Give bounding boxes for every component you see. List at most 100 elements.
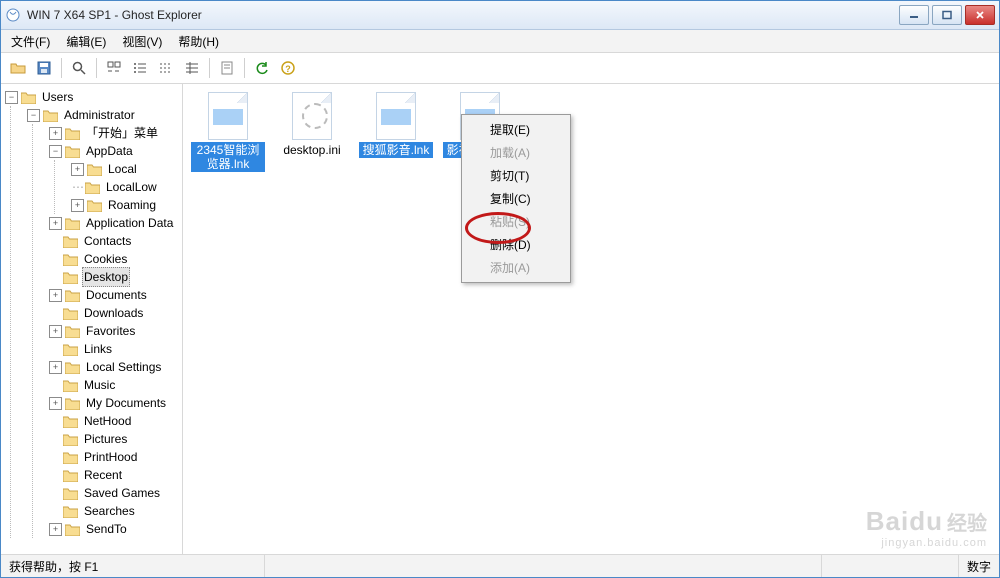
window-controls [899, 5, 995, 25]
menu-edit[interactable]: 编辑(E) [58, 30, 114, 53]
tree-node-links[interactable]: Links [49, 340, 182, 358]
tree-node-music[interactable]: Music [49, 376, 182, 394]
expand-icon[interactable]: + [49, 217, 62, 230]
open-folder-icon[interactable] [5, 55, 31, 81]
tree-node-roaming[interactable]: +Roaming [71, 196, 182, 214]
tree-node-local[interactable]: +Local [71, 160, 182, 178]
tree-node-desktop[interactable]: Desktop [49, 268, 182, 286]
folder-icon [43, 109, 58, 122]
folder-icon [65, 127, 80, 140]
tree-node-contacts[interactable]: Contacts [49, 232, 182, 250]
search-icon[interactable] [66, 55, 92, 81]
expand-icon[interactable]: + [71, 199, 84, 212]
folder-icon [63, 307, 78, 320]
context-menu[interactable]: 提取(E) 加载(A) 剪切(T) 复制(C) 粘贴(S) 删除(D) 添加(A… [461, 114, 571, 283]
refresh-icon[interactable] [249, 55, 275, 81]
tree-label: 「开始」菜单 [84, 124, 160, 142]
folder-icon [63, 415, 78, 428]
tree-connector: ⋯ [71, 178, 85, 196]
file-name: 搜狐影音.lnk [359, 142, 433, 158]
context-menu-delete[interactable]: 删除(D) [464, 233, 568, 256]
status-numlock: 数字 [959, 555, 999, 577]
folder-icon [65, 325, 80, 338]
expand-icon[interactable]: + [49, 127, 62, 140]
tree-label: Saved Games [82, 484, 162, 502]
tree-node-sendto[interactable]: +SendTo [49, 520, 182, 538]
folder-icon [85, 181, 100, 194]
collapse-icon[interactable]: − [49, 145, 62, 158]
tree-node-application-data[interactable]: +Application Data [49, 214, 182, 232]
folder-icon [63, 433, 78, 446]
tree-node-downloads[interactable]: Downloads [49, 304, 182, 322]
menu-file[interactable]: 文件(F) [3, 30, 58, 53]
tree-node-locallow[interactable]: ⋯LocalLow [71, 178, 182, 196]
file-item-2345-browser[interactable]: 2345智能浏览器.lnk [191, 92, 265, 172]
file-icon [288, 92, 336, 140]
folder-tree[interactable]: − Users − Administrator [5, 88, 182, 538]
tree-node-my-documents[interactable]: + My Documents [49, 394, 182, 412]
file-name: desktop.ini [275, 142, 349, 158]
content-pane[interactable]: 2345智能浏览器.lnk desktop.ini 搜狐影音.lnk 影视大全.… [183, 84, 999, 554]
tree-label: Downloads [82, 304, 145, 322]
help-icon[interactable]: ? [275, 55, 301, 81]
file-item-desktop-ini[interactable]: desktop.ini [275, 92, 349, 158]
tree-node-appdata[interactable]: − AppData [49, 142, 182, 160]
expand-icon[interactable]: + [49, 289, 62, 302]
tree-node-saved-games[interactable]: Saved Games [49, 484, 182, 502]
tree-node-users[interactable]: − Users [5, 88, 182, 106]
folder-icon [63, 271, 78, 284]
expand-icon[interactable]: + [49, 397, 62, 410]
tree-label: My Documents [84, 394, 168, 412]
tree-label: Administrator [62, 106, 137, 124]
toolbar-separator [61, 58, 62, 78]
folder-icon [65, 523, 80, 536]
expand-icon[interactable]: + [71, 163, 84, 176]
tree-node-printhood[interactable]: PrintHood [49, 448, 182, 466]
expand-icon[interactable]: + [49, 523, 62, 536]
tree-node-local-settings[interactable]: +Local Settings [49, 358, 182, 376]
tree-node-nethood[interactable]: NetHood [49, 412, 182, 430]
close-button[interactable] [965, 5, 995, 25]
maximize-button[interactable] [932, 5, 962, 25]
tree-node-pictures[interactable]: Pictures [49, 430, 182, 448]
window-title: WIN 7 X64 SP1 - Ghost Explorer [27, 8, 899, 22]
context-menu-copy[interactable]: 复制(C) [464, 187, 568, 210]
tree-label: AppData [84, 142, 135, 160]
expand-icon[interactable]: + [49, 325, 62, 338]
title-bar[interactable]: WIN 7 X64 SP1 - Ghost Explorer [1, 1, 999, 30]
menu-view[interactable]: 视图(V) [114, 30, 170, 53]
view-large-icon[interactable] [101, 55, 127, 81]
tree-node-administrator[interactable]: − Administrator [27, 106, 182, 124]
tree-label: Desktop [82, 267, 130, 287]
status-spacer [265, 555, 822, 577]
toolbar-separator [96, 58, 97, 78]
tree-node-documents[interactable]: +Documents [49, 286, 182, 304]
tree-node-favorites[interactable]: + Favorites [49, 322, 182, 340]
file-item-sohu[interactable]: 搜狐影音.lnk [359, 92, 433, 158]
view-small-icon[interactable] [127, 55, 153, 81]
view-list-icon[interactable] [153, 55, 179, 81]
tree-label: Music [82, 376, 117, 394]
tree-pane[interactable]: − Users − Administrator [1, 84, 183, 554]
tree-node-cookies[interactable]: Cookies [49, 250, 182, 268]
collapse-icon[interactable]: − [27, 109, 40, 122]
menu-bar: 文件(F) 编辑(E) 视图(V) 帮助(H) [1, 30, 999, 53]
folder-icon [63, 505, 78, 518]
tree-label: Links [82, 340, 114, 358]
app-window: WIN 7 X64 SP1 - Ghost Explorer 文件(F) 编辑(… [0, 0, 1000, 578]
expand-icon[interactable]: + [49, 361, 62, 374]
menu-help[interactable]: 帮助(H) [170, 30, 227, 53]
tree-node-recent[interactable]: Recent [49, 466, 182, 484]
tree-label: Favorites [84, 322, 137, 340]
properties-icon[interactable] [214, 55, 240, 81]
context-menu-extract[interactable]: 提取(E) [464, 118, 568, 141]
view-details-icon[interactable] [179, 55, 205, 81]
save-icon[interactable] [31, 55, 57, 81]
context-menu-cut[interactable]: 剪切(T) [464, 164, 568, 187]
minimize-button[interactable] [899, 5, 929, 25]
file-icon [372, 92, 420, 140]
tree-node-start-menu[interactable]: + 「开始」菜单 [49, 124, 182, 142]
tree-node-searches[interactable]: Searches [49, 502, 182, 520]
collapse-icon[interactable]: − [5, 91, 18, 104]
folder-icon [63, 343, 78, 356]
